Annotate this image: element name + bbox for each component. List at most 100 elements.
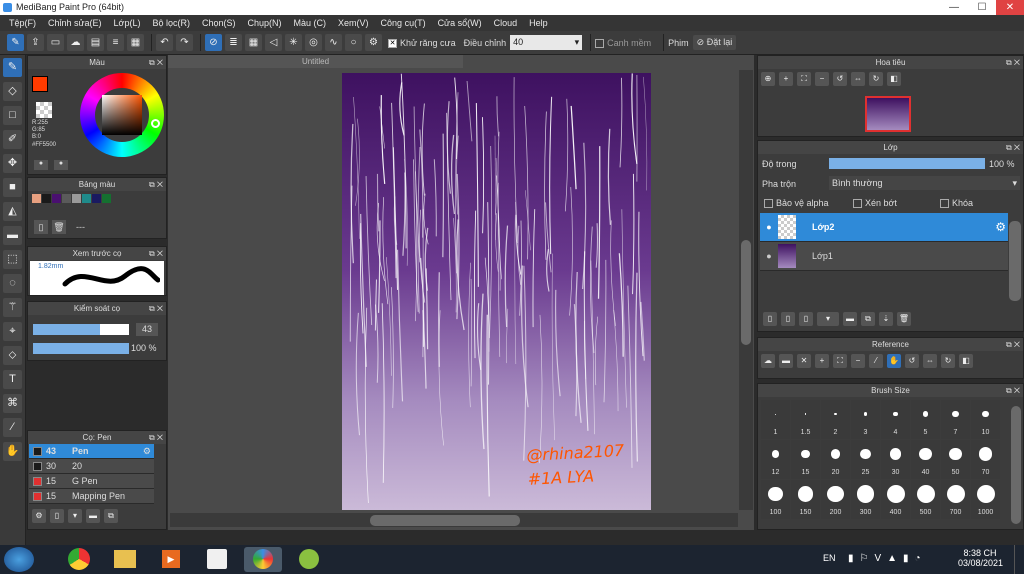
lasso-tool-icon[interactable]: ◌ <box>3 274 22 293</box>
horizontal-scroll-thumb[interactable] <box>370 515 520 526</box>
paint-taskbar-icon[interactable] <box>198 547 236 572</box>
parallel-snap-icon[interactable]: ≣ <box>225 34 242 51</box>
foreground-color-swatch[interactable] <box>32 76 48 92</box>
layer-scrollbar[interactable] <box>1009 221 1021 301</box>
zoom-icon[interactable]: ⊕ <box>761 72 775 86</box>
ref-fit-icon[interactable]: ⛶ <box>833 354 847 368</box>
concentric-snap-icon[interactable]: ◎ <box>305 34 322 51</box>
ref-zoom-out-icon[interactable]: − <box>851 354 865 368</box>
brush-size-cell[interactable]: 10 <box>971 400 1000 439</box>
brush-size-cell[interactable]: 1.5 <box>791 400 820 439</box>
palette-swatch[interactable] <box>102 194 111 203</box>
tray-icons[interactable]: ▮⚐V▲▮◔ <box>848 553 927 564</box>
new-color-layer-icon[interactable]: ▯ <box>781 312 795 326</box>
maximize-button[interactable]: ☐ <box>968 0 996 15</box>
panel-controls-icon[interactable]: ⧉ ✕ <box>149 247 163 260</box>
ref-eyedropper-icon[interactable]: ⁄ <box>869 354 883 368</box>
fit-icon[interactable]: ⛶ <box>797 72 811 86</box>
language-indicator[interactable]: EN <box>823 553 836 563</box>
protect-alpha-checkbox[interactable]: Bảo vệ alpha <box>764 198 829 209</box>
media-player-taskbar-icon[interactable]: ▶ <box>152 547 190 572</box>
brush-size-cell[interactable]: 15 <box>791 440 820 479</box>
layer-folder-icon[interactable]: ▬ <box>843 312 857 326</box>
duplicate-layer-icon[interactable]: ⧉ <box>861 312 875 326</box>
zoom-out-icon[interactable]: − <box>815 72 829 86</box>
menu-file[interactable]: Tệp(F) <box>3 18 42 28</box>
start-button[interactable] <box>4 547 34 572</box>
panel-controls-icon[interactable]: ⧉ ✕ <box>149 178 163 191</box>
brush-size-slider[interactable] <box>33 324 129 335</box>
document-tab[interactable]: Untitled <box>168 55 463 68</box>
brush-size-cell[interactable]: 150 <box>791 480 820 519</box>
brush-size-cell[interactable]: 300 <box>851 480 880 519</box>
delete-layer-icon[interactable]: 🗑 <box>897 312 911 326</box>
brush-size-cell[interactable]: 500 <box>911 480 940 519</box>
duplicate-brush-icon[interactable]: ⧉ <box>104 509 118 523</box>
layer-settings-icon[interactable]: ⚙ <box>995 220 1008 234</box>
brush-size-cell[interactable]: 70 <box>971 440 1000 479</box>
brush-add-icon[interactable]: ▾ <box>68 509 82 523</box>
brush-size-cell[interactable]: 1 <box>761 400 790 439</box>
eraser-tool-icon[interactable]: ◇ <box>3 82 22 101</box>
palette-swatch[interactable] <box>32 194 41 203</box>
vertical-scroll-thumb[interactable] <box>741 240 751 345</box>
brush-size-cell[interactable]: 200 <box>821 480 850 519</box>
panel-controls-icon[interactable]: ⧉ ✕ <box>149 56 163 69</box>
antialias-checkbox[interactable]: ✕ <box>388 37 400 48</box>
layer-row[interactable]: ● Lớp1 <box>760 242 1008 271</box>
ref-rotate-left-icon[interactable]: ↺ <box>905 354 919 368</box>
rotate-right-icon[interactable]: ↻ <box>869 72 883 86</box>
app-taskbar-icon[interactable] <box>290 547 328 572</box>
export-icon[interactable]: ⇪ <box>27 34 44 51</box>
grid-snap-icon[interactable]: ▦ <box>245 34 262 51</box>
panel-controls-icon[interactable]: ⧉ ✕ <box>149 431 163 444</box>
new-brush-icon[interactable]: ▯ <box>50 509 64 523</box>
menu-cloud[interactable]: Cloud <box>488 18 524 28</box>
visibility-eye-icon[interactable]: ● <box>760 251 778 261</box>
clip-checkbox[interactable]: Xén bớt <box>853 198 897 209</box>
gradient-tool-icon[interactable]: ▬ <box>3 226 22 245</box>
brush-size-value[interactable]: 43 <box>136 323 158 336</box>
delete-palette-icon[interactable]: 🗑 <box>52 220 66 234</box>
radial-snap-icon[interactable]: ✳ <box>285 34 302 51</box>
brush-size-cell[interactable]: 30 <box>881 440 910 479</box>
brush-size-cell[interactable]: 20 <box>821 440 850 479</box>
brush-size-cell[interactable]: 400 <box>881 480 910 519</box>
brush-settings-icon[interactable]: ⚙ <box>32 509 46 523</box>
menu-help[interactable]: Help <box>523 18 554 28</box>
snap-settings-icon[interactable]: ⚙ <box>365 34 382 51</box>
panel-controls-icon[interactable]: ⧉ ✕ <box>1006 338 1020 351</box>
navigator-thumbnail[interactable] <box>865 96 911 132</box>
visibility-eye-icon[interactable]: ● <box>760 222 778 232</box>
menu-layer[interactable]: Lớp(L) <box>108 18 147 28</box>
brush-settings-icon[interactable]: ⚙ <box>143 446 154 457</box>
add-layer-menu-icon[interactable]: ▾ <box>817 312 839 326</box>
divide-tool-icon[interactable]: ⌘ <box>3 394 22 413</box>
brush-size-scrollbar[interactable] <box>1011 406 1021 524</box>
brush-size-cell[interactable]: 12 <box>761 440 790 479</box>
color-option-icon[interactable]: ● <box>34 160 48 170</box>
new-layer-icon[interactable]: ▯ <box>763 312 777 326</box>
brush-size-cell[interactable]: 4 <box>881 400 910 439</box>
soft-edge-checkbox[interactable] <box>595 37 607 48</box>
palette-swatch[interactable] <box>92 194 101 203</box>
ref-folder-icon[interactable]: ▬ <box>779 354 793 368</box>
hand-tool-icon[interactable]: ✋ <box>3 442 22 461</box>
no-snap-icon[interactable]: ⊘ <box>205 34 222 51</box>
ref-flip-icon[interactable]: ⇔ <box>923 354 937 368</box>
minimize-button[interactable]: — <box>940 0 968 15</box>
redo-icon[interactable]: ↷ <box>176 34 193 51</box>
menu-tools[interactable]: Công cụ(T) <box>375 18 432 28</box>
brush-size-cell[interactable]: 3 <box>851 400 880 439</box>
brush-size-cell[interactable]: 100 <box>761 480 790 519</box>
flip-icon[interactable]: ⇔ <box>851 72 865 86</box>
new-palette-icon[interactable]: ▯ <box>34 220 48 234</box>
palette-swatch[interactable] <box>82 194 91 203</box>
brush-size-cell[interactable]: 2 <box>821 400 850 439</box>
brush-size-cell[interactable]: 50 <box>941 440 970 479</box>
new-halftone-layer-icon[interactable]: ▯ <box>799 312 813 326</box>
palette-swatch[interactable] <box>42 194 51 203</box>
panel-controls-icon[interactable]: ⧉ ✕ <box>1006 384 1020 397</box>
reset-view-icon[interactable]: ◧ <box>887 72 901 86</box>
adjust-dropdown[interactable]: 40 ▾ <box>510 35 583 50</box>
